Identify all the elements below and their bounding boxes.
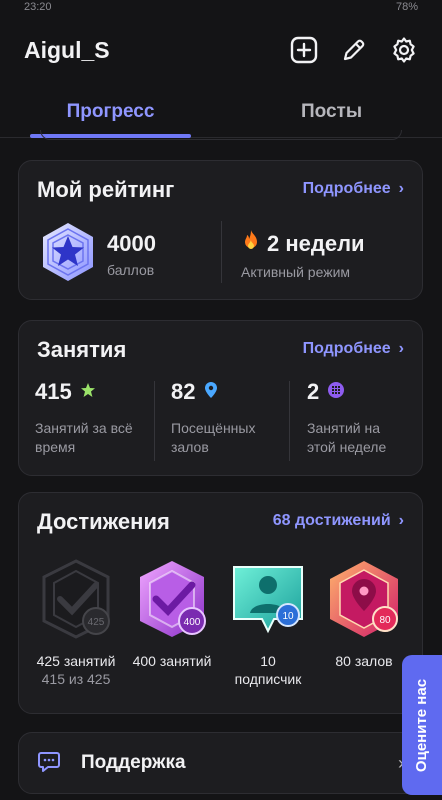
stat-gyms-value: 82 (171, 379, 196, 404)
rating-star-badge-icon (37, 221, 99, 288)
sessions-more-label: Подробнее (302, 340, 391, 357)
stat-week-label: Занятий на этой неделе (307, 420, 387, 455)
support-label: Поддержка (81, 752, 186, 773)
stat-gyms: 82 Посещённых залов (171, 379, 291, 457)
badge-number: 425 (88, 617, 105, 628)
stat-total-label: Занятий за всё время (35, 420, 133, 455)
settings-gear-icon[interactable] (390, 36, 418, 64)
badge-number: 10 (282, 611, 294, 622)
username: Aigul_S (24, 36, 110, 63)
purple-checkmark-badge-icon: 400 (129, 557, 215, 646)
stat-total: 415 Занятий за всё время (35, 379, 153, 457)
location-pin-icon (203, 381, 219, 404)
edit-pencil-icon[interactable] (340, 36, 368, 64)
rating-more-link[interactable]: Подробнее › (303, 180, 404, 198)
rating-card: Мой рейтинг Подробнее › 4000 баллов 2 нед… (18, 160, 423, 300)
add-icon[interactable] (290, 36, 318, 64)
status-bar: 23:20 78% (0, 0, 442, 14)
locked-checkmark-badge-icon: 425 (33, 557, 119, 646)
divider (221, 221, 222, 283)
status-time: 23:20 (24, 1, 52, 13)
stat-gyms-label: Посещённых залов (171, 420, 256, 455)
fire-icon (241, 229, 261, 258)
achievement-label: 10 подписчик (234, 653, 302, 687)
scrolled-card-edge (40, 130, 402, 140)
rate-us-button[interactable]: Оцените нас (402, 655, 442, 795)
streak-value: 2 недели (267, 230, 365, 256)
achievement-label: 80 залов (335, 653, 393, 669)
points-label: баллов (107, 262, 155, 278)
achievement-label: 400 занятий (132, 653, 212, 669)
achievements-title: Достижения (37, 509, 170, 534)
sessions-more-link[interactable]: Подробнее › (303, 340, 404, 358)
chat-bubble-icon (37, 749, 61, 778)
top-bar: Aigul_S (0, 22, 442, 78)
achievement-item[interactable]: 400 400 занятий (129, 557, 215, 670)
streak-label: Активный режим (241, 264, 351, 280)
sessions-title: Занятия (37, 337, 127, 362)
achievement-item[interactable]: 10 10 подписчик (225, 557, 311, 688)
status-battery: 78% (395, 1, 418, 13)
chevron-right-icon: › (398, 340, 404, 357)
chevron-right-icon: › (398, 180, 404, 197)
rating-more-label: Подробнее (302, 180, 391, 197)
points-value: 4000 (107, 231, 156, 256)
achievement-progress: 415 из 425 (41, 671, 111, 687)
badge-number: 400 (184, 617, 201, 628)
follower-badge-icon: 10 (225, 557, 311, 646)
gyms-pin-badge-icon: 80 (321, 557, 407, 646)
calendar-grid-icon (327, 381, 345, 404)
achievements-card: Достижения 68 достижений › 425 425 заняти… (18, 492, 423, 714)
achievement-label: 425 занятий (36, 653, 116, 669)
achievement-item[interactable]: 80 80 залов (321, 557, 407, 670)
rating-title: Мой рейтинг (37, 177, 175, 202)
support-row[interactable]: Поддержка › (18, 732, 423, 794)
achievements-count-label: 68 достижений (272, 512, 391, 529)
rate-us-label: Оцените нас (413, 678, 431, 772)
achievement-item[interactable]: 425 425 занятий 415 из 425 (33, 557, 119, 688)
achievements-more-link[interactable]: 68 достижений › (273, 512, 404, 530)
divider (289, 381, 290, 461)
stat-total-value: 415 (35, 379, 72, 404)
stat-week-value: 2 (307, 379, 320, 404)
stat-week: 2 Занятий на этой неделе (307, 379, 412, 457)
sessions-card: Занятия Подробнее › 415 Занятий за всё вр… (18, 320, 423, 476)
chevron-right-icon: › (398, 512, 404, 529)
star-icon (80, 382, 96, 403)
badge-number: 80 (379, 615, 391, 626)
divider (154, 381, 155, 461)
